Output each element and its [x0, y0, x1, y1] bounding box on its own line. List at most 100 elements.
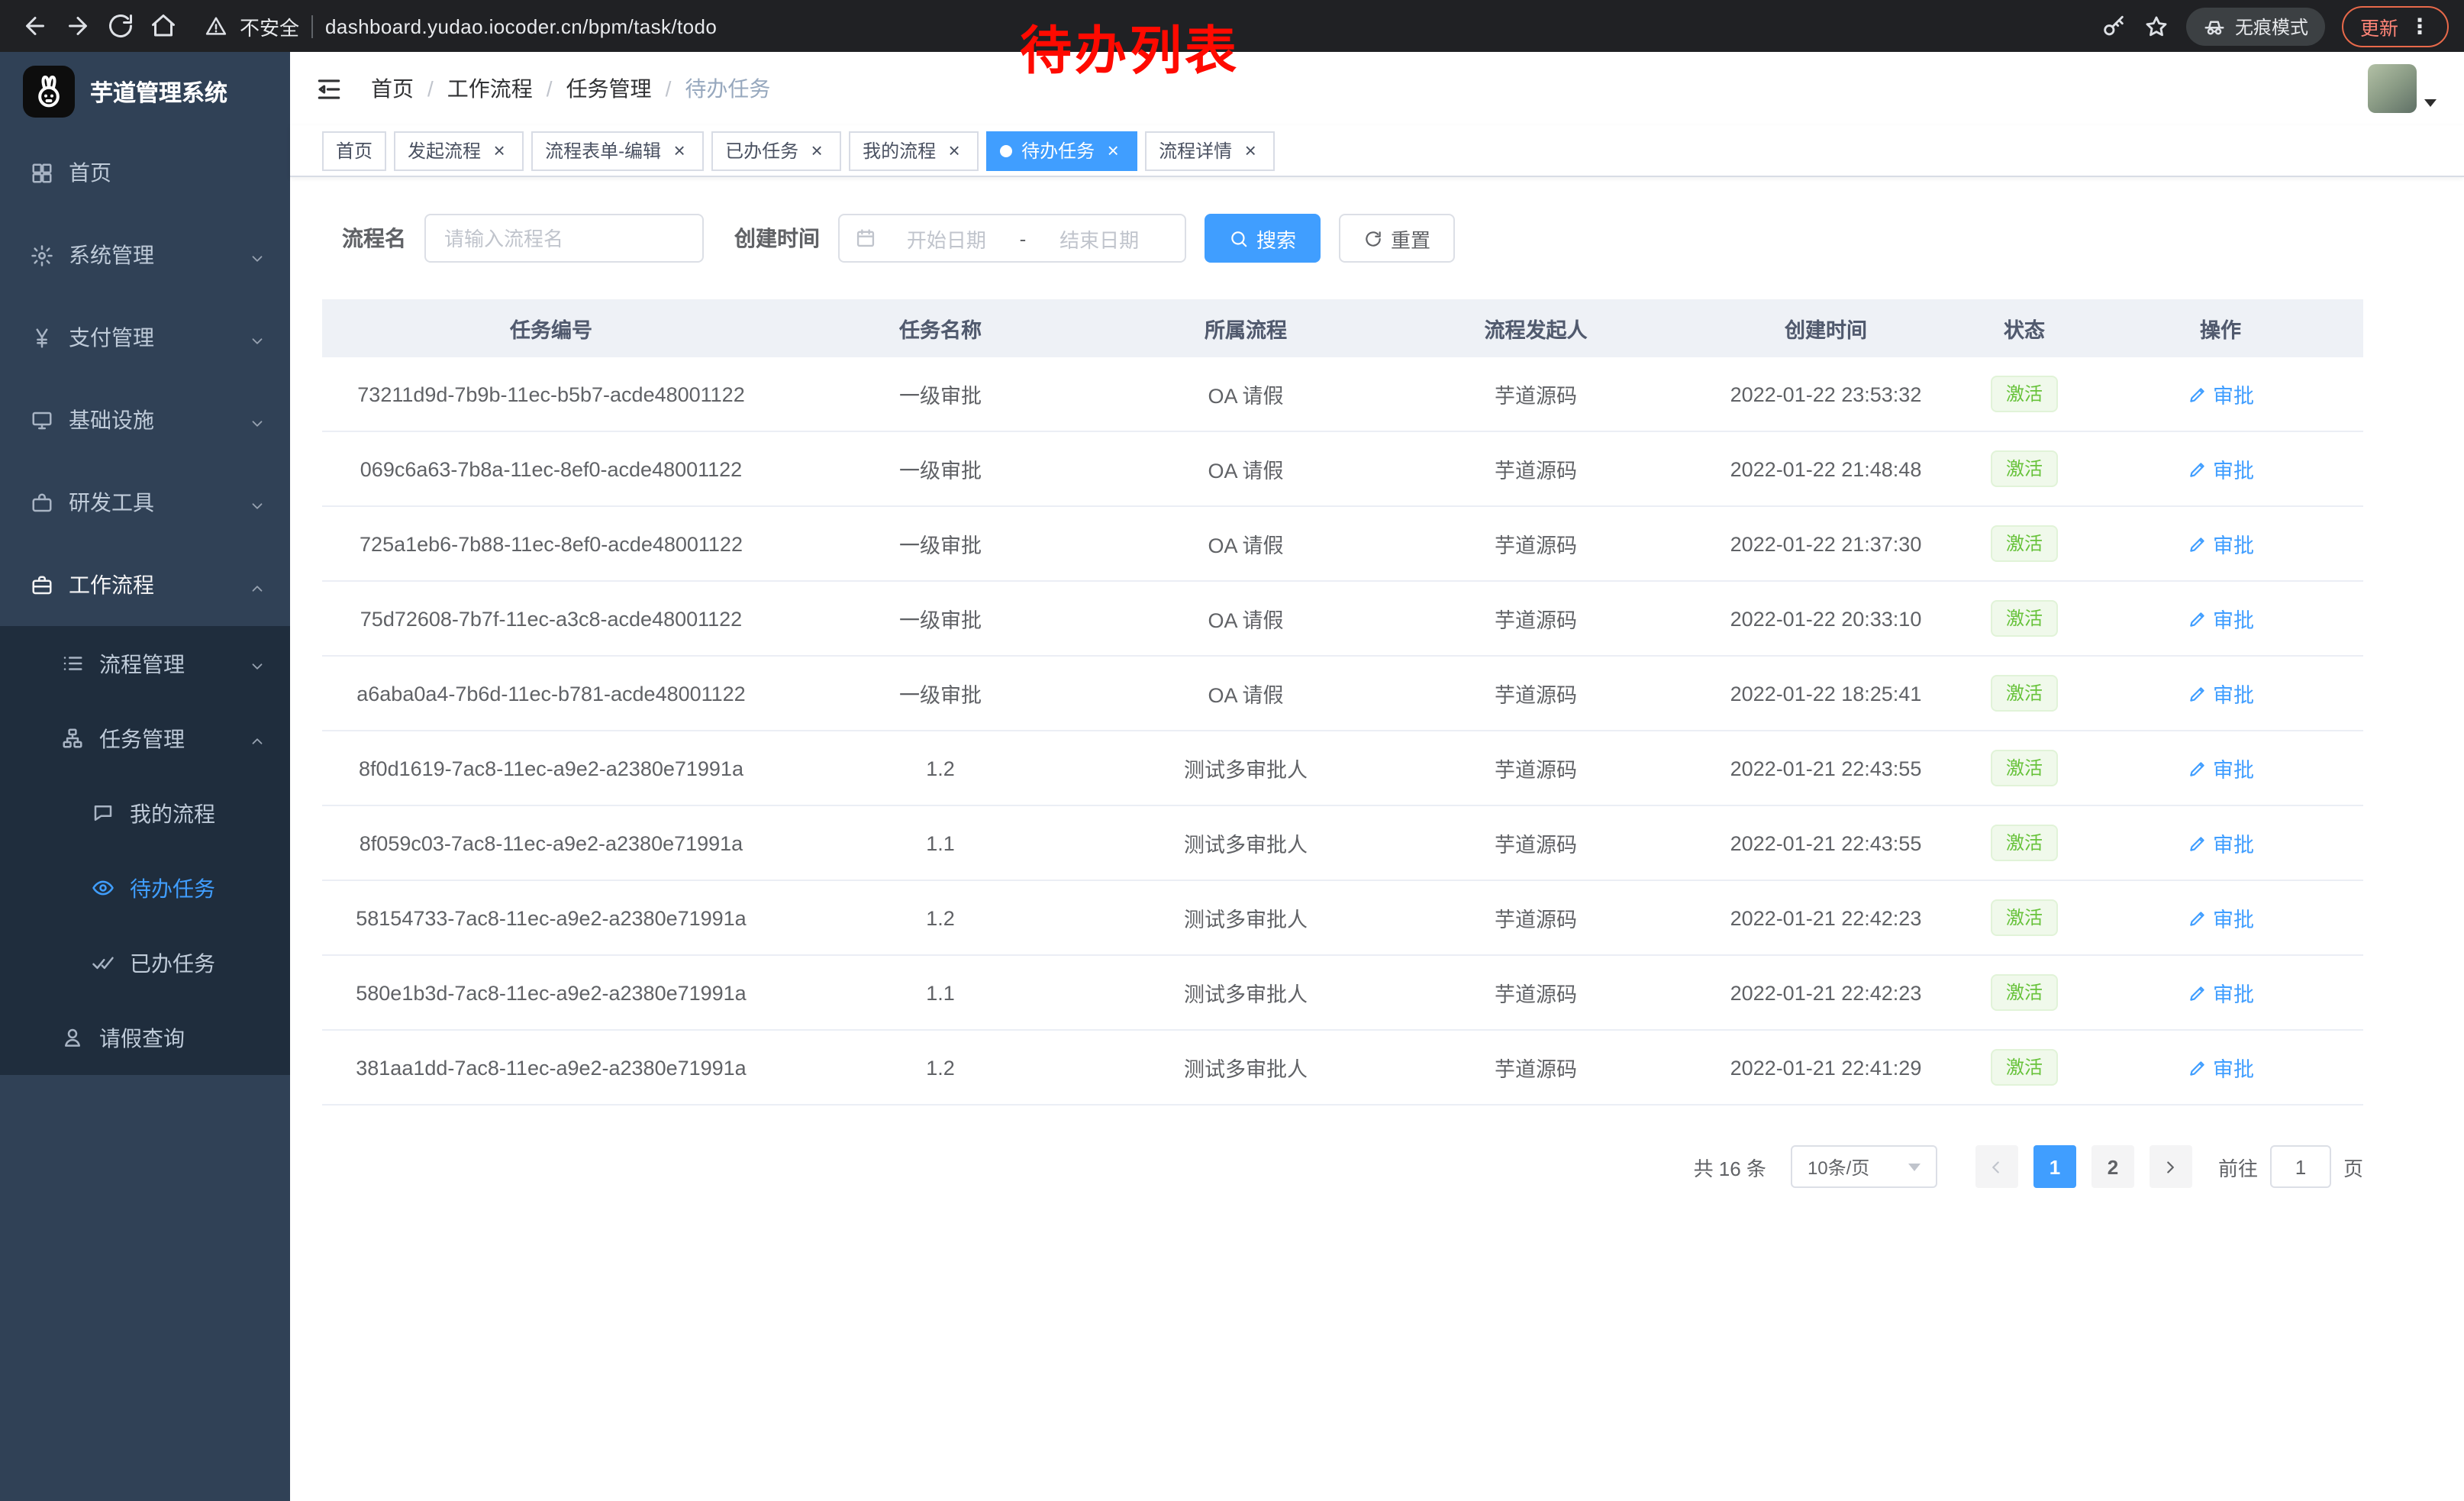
- password-key-icon[interactable]: [2101, 13, 2127, 39]
- page-buttons: 12: [2026, 1145, 2142, 1188]
- tab-item-2[interactable]: 流程表单-编辑×: [531, 131, 704, 170]
- approve-button[interactable]: 审批: [2187, 828, 2254, 858]
- person-icon: [61, 1026, 84, 1049]
- goto-page-input[interactable]: [2270, 1145, 2331, 1188]
- avatar[interactable]: [2368, 64, 2417, 113]
- approve-button[interactable]: 审批: [2187, 603, 2254, 634]
- close-icon[interactable]: ×: [669, 140, 690, 161]
- approve-label: 审批: [2213, 902, 2254, 933]
- sidebar-item-leave-query[interactable]: 请假查询: [0, 1000, 290, 1075]
- prev-page-button[interactable]: [1975, 1145, 2018, 1188]
- tab-item-4[interactable]: 我的流程×: [849, 131, 979, 170]
- sidebar-item-my-process[interactable]: 我的流程: [0, 776, 290, 851]
- create-time-label: 创建时间: [734, 223, 820, 253]
- cell-status: 激活: [1971, 657, 2078, 730]
- user-menu[interactable]: [2368, 64, 2437, 113]
- tab-item-6[interactable]: 流程详情 ×: [1145, 131, 1275, 170]
- tab-label: 待办任务: [1021, 137, 1095, 163]
- cell-process: OA 请假: [1101, 582, 1391, 655]
- tab-item-3[interactable]: 已办任务×: [711, 131, 841, 170]
- menu-label: 流程管理: [99, 648, 185, 679]
- sidebar-item-payment[interactable]: 支付管理: [0, 296, 290, 379]
- breadcrumb-item[interactable]: 工作流程: [447, 73, 533, 104]
- update-button[interactable]: 更新 ⋮: [2342, 5, 2449, 47]
- next-page-button[interactable]: [2150, 1145, 2192, 1188]
- approve-label: 审批: [2213, 828, 2254, 858]
- filter-bar: 流程名 创建时间 开始日期 - 结束日期 搜索 重置: [342, 214, 2464, 263]
- menu-label: 已办任务: [130, 947, 215, 978]
- sidebar-item-process-management[interactable]: 流程管理: [0, 626, 290, 701]
- reset-button[interactable]: 重置: [1339, 214, 1455, 263]
- cell-created: 2022-01-22 18:25:41: [1681, 657, 1971, 730]
- menu-label: 请假查询: [99, 1022, 185, 1053]
- search-button[interactable]: 搜索: [1205, 214, 1321, 263]
- task-icon: [61, 727, 84, 750]
- sidebar-toggle-icon[interactable]: [314, 74, 343, 103]
- sidebar-item-devtools[interactable]: 研发工具: [0, 461, 290, 544]
- status-badge: 激活: [1991, 899, 2058, 936]
- forward-icon[interactable]: [58, 6, 98, 46]
- sidebar-item-todo-tasks[interactable]: 待办任务: [0, 851, 290, 925]
- tab-item-1[interactable]: 发起流程×: [394, 131, 524, 170]
- workflow-icon: [31, 573, 53, 596]
- tabs-bar: 首页发起流程×流程表单-编辑×已办任务×我的流程× 待办任务 × 流程详情 ×: [290, 125, 2464, 177]
- bookmark-star-icon[interactable]: [2143, 13, 2169, 39]
- status-badge: 激活: [1991, 525, 2058, 562]
- breadcrumb-item[interactable]: 首页: [371, 73, 414, 104]
- chevron-left-icon: [1987, 1157, 2007, 1177]
- approve-button[interactable]: 审批: [2187, 902, 2254, 933]
- sidebar-menu: 首页系统管理支付管理基础设施研发工具工作流程流程管理任务管理我的流程待办任务已办…: [0, 131, 290, 1075]
- tab-label: 流程详情: [1159, 137, 1232, 163]
- address-bar[interactable]: 不安全 dashboard.yudao.iocoder.cn/bpm/task/…: [205, 11, 717, 40]
- page-size-select[interactable]: 10条/页: [1791, 1145, 1937, 1188]
- cell-initiator: 芋道源码: [1391, 956, 1681, 1029]
- back-icon[interactable]: [15, 6, 55, 46]
- approve-button[interactable]: 审批: [2187, 977, 2254, 1008]
- cell-task-name: 一级审批: [780, 357, 1101, 431]
- tab-item-5[interactable]: 待办任务 ×: [986, 131, 1137, 170]
- status-badge: 激活: [1991, 675, 2058, 712]
- approve-button[interactable]: 审批: [2187, 379, 2254, 409]
- menu-dots-icon[interactable]: ⋮: [2409, 15, 2430, 37]
- sidebar-item-task-management[interactable]: 任务管理: [0, 701, 290, 776]
- sidebar-item-workflow[interactable]: 工作流程: [0, 544, 290, 626]
- cell-status: 激活: [1971, 432, 2078, 505]
- page-button-2[interactable]: 2: [2091, 1145, 2134, 1188]
- approve-button[interactable]: 审批: [2187, 454, 2254, 484]
- edit-icon: [2187, 608, 2207, 628]
- cell-task-id: 58154733-7ac8-11ec-a9e2-a2380e71991a: [322, 881, 780, 954]
- sidebar-item-home[interactable]: 首页: [0, 131, 290, 214]
- sidebar-item-system[interactable]: 系统管理: [0, 214, 290, 296]
- menu-label: 支付管理: [69, 322, 154, 353]
- close-icon[interactable]: ×: [943, 140, 965, 161]
- divider: [311, 15, 313, 37]
- tab-item-0[interactable]: 首页: [322, 131, 386, 170]
- approve-button[interactable]: 审批: [2187, 1052, 2254, 1083]
- reload-icon[interactable]: [101, 6, 140, 46]
- app-logo[interactable]: 芋道管理系统: [0, 52, 290, 131]
- breadcrumb-item[interactable]: 任务管理: [566, 73, 652, 104]
- cell-status: 激活: [1971, 956, 2078, 1029]
- approve-button[interactable]: 审批: [2187, 528, 2254, 559]
- incognito-badge: 无痕模式: [2186, 7, 2325, 45]
- table-row: 8f059c03-7ac8-11ec-a9e2-a2380e71991a1.1测…: [322, 806, 2363, 881]
- home-icon[interactable]: [144, 6, 183, 46]
- close-icon[interactable]: ×: [1102, 140, 1124, 161]
- page-size-value: 10条/页: [1808, 1154, 1869, 1180]
- cell-created: 2022-01-21 22:42:23: [1681, 956, 1971, 1029]
- url-text[interactable]: dashboard.yudao.iocoder.cn/bpm/task/todo: [325, 15, 717, 37]
- process-name-input[interactable]: [424, 214, 704, 263]
- approve-button[interactable]: 审批: [2187, 678, 2254, 709]
- close-icon[interactable]: ×: [1240, 140, 1261, 161]
- page-button-1[interactable]: 1: [2033, 1145, 2076, 1188]
- close-icon[interactable]: ×: [489, 140, 510, 161]
- close-icon[interactable]: ×: [806, 140, 827, 161]
- cell-task-name: 一级审批: [780, 507, 1101, 580]
- table-header: 任务编号任务名称所属流程流程发起人创建时间状态操作: [322, 299, 2363, 357]
- sidebar-item-infrastructure[interactable]: 基础设施: [0, 379, 290, 461]
- dashboard-icon: [31, 161, 53, 184]
- sidebar-item-done-tasks[interactable]: 已办任务: [0, 925, 290, 1000]
- breadcrumb-separator: /: [547, 76, 553, 101]
- date-range-picker[interactable]: 开始日期 - 结束日期: [838, 214, 1186, 263]
- approve-button[interactable]: 审批: [2187, 753, 2254, 783]
